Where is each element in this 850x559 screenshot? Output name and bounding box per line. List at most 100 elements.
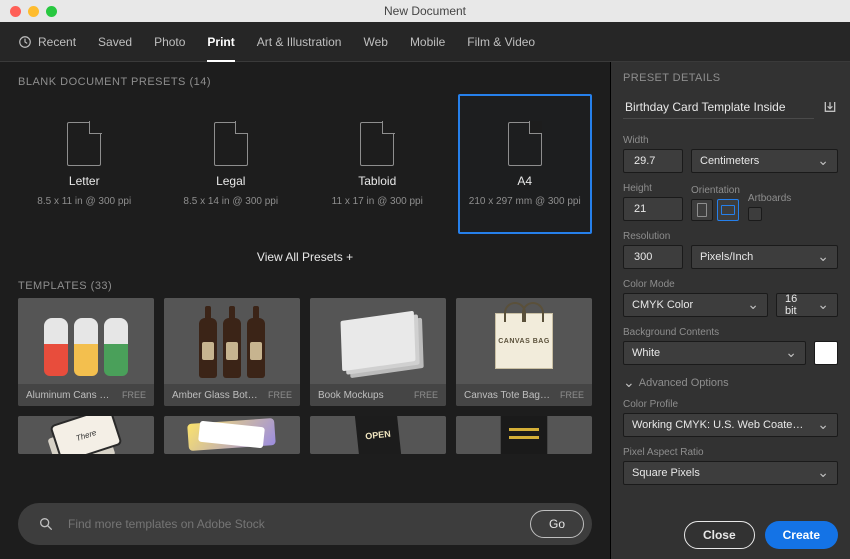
close-window-icon[interactable] bbox=[10, 6, 21, 17]
preset-letter[interactable]: Letter 8.5 x 11 in @ 300 ppi bbox=[18, 94, 151, 234]
template-card[interactable] bbox=[164, 416, 300, 454]
minimize-window-icon[interactable] bbox=[28, 6, 39, 17]
tab-photo[interactable]: Photo bbox=[154, 23, 185, 61]
stock-search-input[interactable] bbox=[66, 516, 518, 532]
template-card[interactable] bbox=[456, 416, 592, 454]
tab-label: Web bbox=[363, 35, 387, 49]
background-label: Background Contents bbox=[623, 327, 838, 338]
units-select[interactable]: Centimeters ⌄ bbox=[691, 149, 838, 173]
advanced-options-label: Advanced Options bbox=[639, 377, 729, 389]
create-button[interactable]: Create bbox=[765, 521, 838, 549]
pixel-aspect-ratio-value: Square Pixels bbox=[632, 467, 700, 479]
preset-tabloid[interactable]: Tabloid 11 x 17 in @ 300 ppi bbox=[311, 94, 444, 234]
pixel-aspect-ratio-select[interactable]: Square Pixels ⌄ bbox=[623, 461, 838, 485]
view-all-label: View All Presets bbox=[257, 250, 343, 264]
close-button[interactable]: Close bbox=[684, 521, 755, 549]
template-thumbnail: CANVAS BAG bbox=[456, 298, 592, 384]
background-select[interactable]: White ⌄ bbox=[623, 341, 806, 365]
tab-mobile[interactable]: Mobile bbox=[410, 23, 445, 61]
advanced-options-toggle[interactable]: ⌄ Advanced Options bbox=[623, 377, 838, 389]
orientation-landscape-button[interactable] bbox=[717, 199, 739, 221]
document-icon bbox=[214, 122, 248, 166]
template-price: FREE bbox=[560, 390, 584, 400]
resolution-units-select[interactable]: Pixels/Inch ⌄ bbox=[691, 245, 838, 269]
left-panel: BLANK DOCUMENT PRESETS (14) Letter 8.5 x… bbox=[0, 62, 610, 559]
tab-label: Recent bbox=[38, 35, 76, 49]
search-icon bbox=[38, 516, 54, 532]
width-input[interactable] bbox=[623, 149, 683, 173]
document-name-input[interactable] bbox=[623, 96, 814, 119]
stock-search-bar: Go bbox=[18, 503, 592, 545]
document-icon bbox=[508, 122, 542, 166]
tab-art-illustration[interactable]: Art & Illustration bbox=[257, 23, 342, 61]
tab-recent[interactable]: Recent bbox=[18, 23, 76, 61]
zoom-window-icon[interactable] bbox=[46, 6, 57, 17]
artboards-label: Artboards bbox=[748, 193, 791, 204]
stock-search-go-button[interactable]: Go bbox=[530, 510, 584, 538]
orientation-label: Orientation bbox=[691, 185, 740, 196]
template-thumbnail bbox=[164, 416, 300, 454]
template-thumbnail bbox=[310, 298, 446, 384]
templates-header-label: TEMPLATES bbox=[18, 280, 87, 292]
template-thumbnail: There bbox=[18, 416, 154, 454]
template-card[interactable]: Book MockupsFREE bbox=[310, 298, 446, 406]
template-card[interactable]: OPEN bbox=[310, 416, 446, 454]
tab-label: Saved bbox=[98, 35, 132, 49]
save-preset-icon[interactable] bbox=[822, 100, 838, 116]
color-profile-select[interactable]: Working CMYK: U.S. Web Coated (S… ⌄ bbox=[623, 413, 838, 437]
template-card[interactable]: Aluminum Cans Moc… FREE bbox=[18, 298, 154, 406]
background-value: White bbox=[632, 347, 660, 359]
document-icon bbox=[360, 122, 394, 166]
bit-depth-select[interactable]: 16 bit ⌄ bbox=[776, 293, 838, 317]
resolution-input[interactable] bbox=[623, 245, 683, 269]
window-controls bbox=[0, 6, 57, 17]
window-titlebar: New Document bbox=[0, 0, 850, 22]
tab-print[interactable]: Print bbox=[207, 23, 234, 61]
preset-name: Tabloid bbox=[358, 174, 396, 188]
tab-saved[interactable]: Saved bbox=[98, 23, 132, 61]
artboards-checkbox[interactable] bbox=[748, 207, 762, 221]
height-input[interactable] bbox=[623, 197, 683, 221]
template-thumbnail bbox=[164, 298, 300, 384]
preset-detail: 8.5 x 14 in @ 300 ppi bbox=[183, 196, 278, 207]
template-price: FREE bbox=[414, 390, 438, 400]
tab-label: Film & Video bbox=[467, 35, 535, 49]
preset-name: Letter bbox=[69, 174, 100, 188]
view-all-presets-button[interactable]: View All Presets + bbox=[0, 242, 610, 278]
height-label: Height bbox=[623, 183, 683, 194]
tab-film-video[interactable]: Film & Video bbox=[467, 23, 535, 61]
pixel-aspect-ratio-label: Pixel Aspect Ratio bbox=[623, 447, 838, 458]
resolution-label: Resolution bbox=[623, 231, 683, 242]
template-price: FREE bbox=[122, 390, 146, 400]
dialog-footer: Close Create bbox=[623, 511, 838, 549]
bit-depth-value: 16 bit bbox=[785, 293, 809, 317]
preset-a4[interactable]: A4 210 x 297 mm @ 300 ppi bbox=[458, 94, 593, 234]
color-mode-value: CMYK Color bbox=[632, 299, 693, 311]
width-label: Width bbox=[623, 135, 683, 146]
tab-label: Print bbox=[207, 35, 234, 49]
template-card[interactable]: Amber Glass Bottles…FREE bbox=[164, 298, 300, 406]
landscape-icon bbox=[721, 205, 735, 215]
templates-count: (33) bbox=[91, 280, 113, 292]
preset-details-title: PRESET DETAILS bbox=[623, 72, 838, 84]
color-mode-label: Color Mode bbox=[623, 279, 838, 290]
preset-legal[interactable]: Legal 8.5 x 14 in @ 300 ppi bbox=[165, 94, 298, 234]
background-color-swatch[interactable] bbox=[814, 341, 838, 365]
tab-web[interactable]: Web bbox=[363, 23, 387, 61]
plus-icon: + bbox=[343, 250, 353, 264]
tab-label: Art & Illustration bbox=[257, 35, 342, 49]
template-thumbnail bbox=[18, 298, 154, 384]
template-price: FREE bbox=[268, 390, 292, 400]
template-thumbnail: OPEN bbox=[310, 416, 446, 454]
template-name: Aluminum Cans Moc… bbox=[26, 390, 114, 401]
template-card[interactable]: There bbox=[18, 416, 154, 454]
document-icon bbox=[67, 122, 101, 166]
orientation-portrait-button[interactable] bbox=[691, 199, 713, 221]
template-card[interactable]: CANVAS BAG Canvas Tote Bag Mo…FREE bbox=[456, 298, 592, 406]
units-value: Centimeters bbox=[700, 155, 759, 167]
color-profile-label: Color Profile bbox=[623, 399, 838, 410]
clock-icon bbox=[18, 35, 32, 49]
color-mode-select[interactable]: CMYK Color ⌄ bbox=[623, 293, 768, 317]
preset-detail: 210 x 297 mm @ 300 ppi bbox=[469, 196, 581, 207]
preset-grid: Letter 8.5 x 11 in @ 300 ppi Legal 8.5 x… bbox=[0, 94, 610, 242]
